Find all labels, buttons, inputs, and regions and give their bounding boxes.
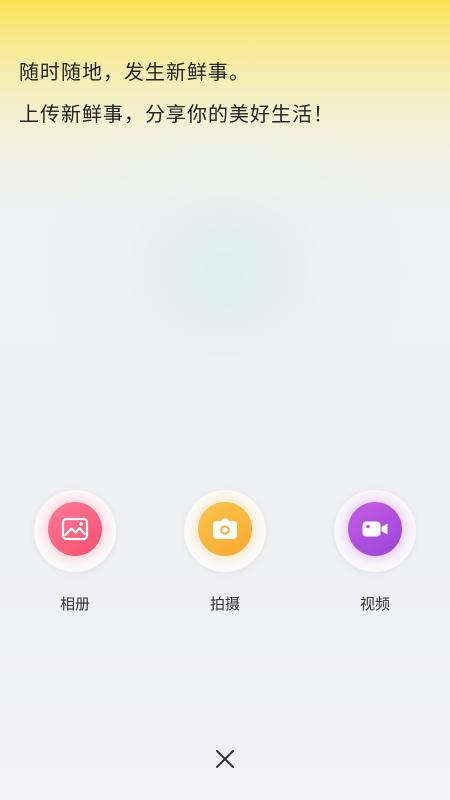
intro-text: 随时随地，发生新鲜事。 上传新鲜事，分享你的美好生活！ bbox=[19, 58, 439, 142]
video-disc bbox=[348, 502, 402, 556]
close-button[interactable] bbox=[209, 743, 241, 775]
shoot-button[interactable]: 拍摄 bbox=[180, 488, 270, 618]
intro-line-1: 随时随地，发生新鲜事。 bbox=[19, 60, 250, 84]
camera-icon bbox=[213, 518, 237, 539]
album-label: 相册 bbox=[59, 595, 90, 613]
shoot-disc bbox=[198, 502, 252, 556]
shoot-halo bbox=[184, 490, 266, 572]
intro-line-2: 上传新鲜事，分享你的美好生活！ bbox=[19, 102, 334, 126]
shoot-label: 拍摄 bbox=[209, 595, 240, 613]
video-camera-icon bbox=[362, 521, 388, 537]
album-halo bbox=[34, 490, 116, 572]
video-button[interactable]: 视频 bbox=[330, 488, 420, 618]
video-label: 视频 bbox=[359, 595, 390, 613]
image-icon bbox=[61, 517, 89, 541]
album-button[interactable]: 相册 bbox=[30, 488, 120, 618]
close-icon bbox=[216, 750, 234, 768]
album-disc bbox=[48, 502, 102, 556]
video-halo bbox=[334, 490, 416, 572]
publish-options: 相册 拍摄 视频 bbox=[0, 488, 450, 618]
